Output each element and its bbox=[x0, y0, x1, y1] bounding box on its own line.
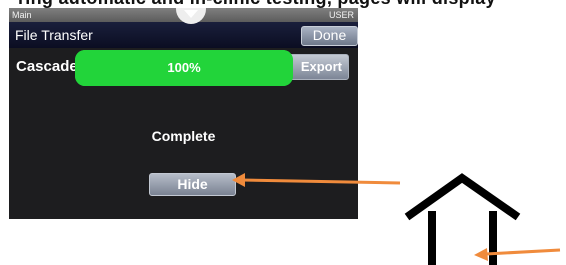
arrow-left-icon bbox=[474, 248, 561, 261]
home-icon bbox=[404, 173, 521, 265]
target-device-label: Cascade bbox=[16, 58, 78, 75]
page-title: File Transfer bbox=[15, 27, 93, 43]
status-main-label: Main bbox=[12, 10, 32, 20]
top-caption-text: ring automatic and in-clinic testing, pa… bbox=[18, 0, 496, 8]
done-button[interactable]: Done bbox=[301, 26, 358, 46]
top-caption-strip: ring automatic and in-clinic testing, pa… bbox=[0, 0, 566, 8]
transfer-status-text: Complete bbox=[151, 128, 216, 144]
device-screen: Main USER File Transfer Done Cascade Exp… bbox=[9, 8, 358, 219]
progress-percent-label: 100% bbox=[167, 60, 201, 75]
progress-bar: 100% bbox=[75, 50, 293, 86]
chevron-down-icon bbox=[184, 10, 198, 18]
status-user-label: USER bbox=[328, 10, 354, 20]
hide-button[interactable]: Hide bbox=[149, 173, 236, 196]
